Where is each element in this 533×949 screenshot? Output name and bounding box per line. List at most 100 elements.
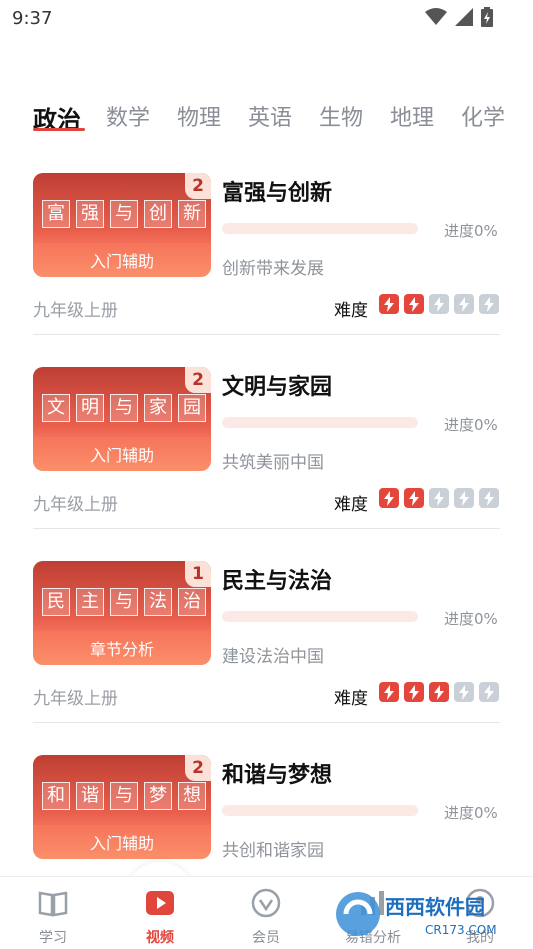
course-title[interactable]: 文明与家园 — [222, 369, 332, 401]
course-subtitle: 创新带来发展 — [222, 259, 324, 279]
tab-subject[interactable]: 物理 — [177, 100, 221, 132]
course-subtitle: 共创和谐家园 — [222, 841, 324, 861]
lesson-count-badge: 2 — [185, 173, 211, 199]
vip-icon — [250, 887, 282, 919]
progress-text: 进度0% — [444, 610, 498, 628]
difficulty-bolt-icon — [479, 682, 499, 702]
difficulty-bolt-icon — [454, 294, 474, 314]
course-title[interactable]: 富强与创新 — [222, 175, 332, 207]
nav-label: 学习 — [39, 930, 67, 946]
thumb-character: 梦 — [144, 782, 172, 810]
progress-bar — [222, 611, 418, 622]
course-thumbnail[interactable]: 富强与创新 2 入门辅助 — [33, 173, 211, 277]
course-thumbnail[interactable]: 和谐与梦想 2 入门辅助 — [33, 755, 211, 859]
course-card[interactable]: 富强与创新 2 入门辅助 富强与创新 进度0% 创新带来发展 九年级上册 难度 — [0, 173, 533, 343]
difficulty-bolt-icon — [454, 488, 474, 508]
difficulty-rating — [379, 682, 499, 702]
book-icon — [37, 887, 69, 919]
card-divider — [33, 722, 500, 723]
card-divider — [33, 528, 500, 529]
thumbnail-label: 入门辅助 — [89, 252, 154, 271]
thumb-character: 富 — [42, 200, 70, 228]
progress-bar — [222, 805, 418, 816]
difficulty-label: 难度 — [334, 689, 368, 709]
lesson-count-badge: 1 — [185, 561, 211, 587]
difficulty-bolt-icon — [429, 488, 449, 508]
thumbnail-title-tiles: 和谐与梦想 — [42, 782, 206, 810]
course-card[interactable]: 民主与法治 1 章节分析 民主与法治 进度0% 建设法治中国 九年级上册 难度 — [0, 561, 533, 731]
course-subtitle: 共筑美丽中国 — [222, 453, 324, 473]
difficulty-bolt-icon — [479, 488, 499, 508]
thumbnail-label: 入门辅助 — [89, 446, 154, 465]
difficulty-bolt-icon — [379, 682, 399, 702]
difficulty-bolt-icon — [404, 294, 424, 314]
svg-text:西西软件园: 西西软件园 — [385, 895, 485, 919]
difficulty-bolt-icon — [404, 488, 424, 508]
wifi-icon — [425, 8, 447, 25]
grade-label: 九年级上册 — [33, 301, 118, 321]
card-divider — [33, 334, 500, 335]
nav-label: 会员 — [252, 930, 280, 946]
thumbnail-title-tiles: 民主与法治 — [42, 588, 206, 616]
status-icons — [425, 7, 493, 27]
progress-text: 进度0% — [444, 804, 498, 822]
thumb-character: 治 — [178, 588, 206, 616]
thumb-character: 文 — [42, 394, 70, 422]
thumb-character: 创 — [144, 200, 172, 228]
thumbnail-title-tiles: 文明与家园 — [42, 394, 206, 422]
active-tab-indicator — [33, 128, 85, 131]
thumb-character: 与 — [110, 200, 138, 228]
nav-item[interactable]: 学习 — [13, 877, 93, 949]
course-title[interactable]: 民主与法治 — [222, 563, 332, 595]
progress-bar — [222, 223, 418, 234]
course-thumbnail[interactable]: 民主与法治 1 章节分析 — [33, 561, 211, 665]
thumb-character: 与 — [110, 782, 138, 810]
nav-label: 视频 — [146, 930, 174, 946]
status-bar: 9:37 — [0, 0, 533, 36]
progress-bar — [222, 417, 418, 428]
thumbnail-label: 章节分析 — [89, 640, 154, 659]
thumb-character: 和 — [42, 782, 70, 810]
difficulty-label: 难度 — [334, 495, 368, 515]
signal-icon — [455, 8, 473, 26]
grade-label: 九年级上册 — [33, 495, 118, 515]
difficulty-bolt-icon — [379, 488, 399, 508]
thumbnail-title-tiles: 富强与创新 — [42, 200, 206, 228]
thumb-character: 家 — [144, 394, 172, 422]
nav-item[interactable]: 视频 — [120, 877, 200, 949]
thumb-character: 明 — [76, 394, 104, 422]
difficulty-rating — [379, 294, 499, 314]
watermark-logo: 西西软件园 CR173.COM — [336, 892, 497, 937]
difficulty-bolt-icon — [404, 682, 424, 702]
difficulty-label: 难度 — [334, 301, 368, 321]
course-subtitle: 建设法治中国 — [222, 647, 324, 667]
tab-subject[interactable]: 化学 — [461, 100, 505, 132]
course-thumbnail[interactable]: 文明与家园 2 入门辅助 — [33, 367, 211, 471]
tab-subject[interactable]: 数学 — [106, 100, 150, 132]
progress-text: 进度0% — [444, 222, 498, 240]
tab-subject[interactable]: 地理 — [390, 100, 434, 132]
difficulty-rating — [379, 488, 499, 508]
tab-subject[interactable]: 生物 — [319, 100, 363, 132]
course-card[interactable]: 文明与家园 2 入门辅助 文明与家园 进度0% 共筑美丽中国 九年级上册 难度 — [0, 367, 533, 537]
battery-icon — [481, 7, 493, 27]
thumb-character: 与 — [110, 394, 138, 422]
difficulty-bolt-icon — [454, 682, 474, 702]
nav-item[interactable]: 会员 — [226, 877, 306, 949]
course-title[interactable]: 和谐与梦想 — [222, 757, 332, 789]
difficulty-bolt-icon — [429, 294, 449, 314]
thumb-character: 谐 — [76, 782, 104, 810]
thumb-character: 园 — [178, 394, 206, 422]
progress-text: 进度0% — [444, 416, 498, 434]
thumb-character: 强 — [76, 200, 104, 228]
lesson-count-badge: 2 — [185, 367, 211, 393]
thumb-character: 新 — [178, 200, 206, 228]
difficulty-bolt-icon — [379, 294, 399, 314]
tab-subject[interactable]: 英语 — [248, 100, 292, 132]
thumbnail-label: 入门辅助 — [89, 834, 154, 853]
grade-label: 九年级上册 — [33, 689, 118, 709]
subject-tabs: 政治 数学 物理 英语 生物 地理 化学 — [0, 100, 533, 140]
thumb-character: 想 — [178, 782, 206, 810]
thumb-character: 民 — [42, 588, 70, 616]
difficulty-bolt-icon — [479, 294, 499, 314]
